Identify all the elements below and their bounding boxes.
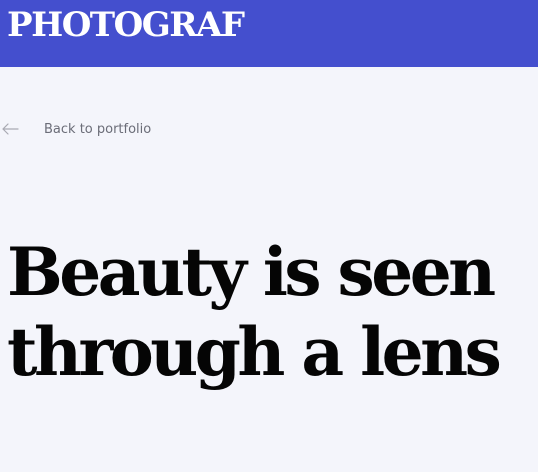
headline-line-1: Beauty is seen bbox=[7, 233, 496, 311]
site-header: PHOTOGRAF bbox=[0, 0, 538, 67]
headline-line-2: through a lens bbox=[7, 313, 502, 391]
page-headline: Beauty is seen through a lens bbox=[7, 232, 502, 392]
back-to-portfolio-link[interactable]: Back to portfolio bbox=[0, 118, 151, 140]
back-link-label: Back to portfolio bbox=[44, 121, 152, 137]
arrow-left-icon bbox=[2, 123, 19, 135]
site-logo[interactable]: PHOTOGRAF bbox=[7, 4, 245, 46]
